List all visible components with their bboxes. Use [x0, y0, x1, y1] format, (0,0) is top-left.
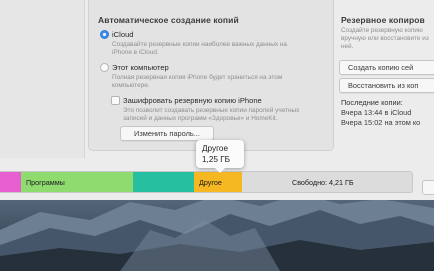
storage-segment-pink[interactable] [0, 172, 21, 192]
desktop-background [0, 190, 434, 271]
storage-segment-other[interactable]: Другое [194, 172, 242, 192]
tooltip-title: Другое [202, 144, 229, 153]
manual-backup-title: Резервное копиров [341, 15, 425, 25]
encrypt-description: Это позволит создавать резервные копии п… [123, 107, 300, 123]
free-space-label: Свободно: 4,21 ГБ [292, 178, 354, 187]
storage-bar: Программы Другое Свободно: 4,21 ГБ [0, 171, 413, 193]
icloud-label: iCloud [112, 30, 134, 39]
storage-segment-teal[interactable] [133, 172, 194, 192]
restore-backup-button[interactable]: Восстановить из коп [339, 78, 434, 93]
programs-label: Программы [26, 178, 65, 187]
sync-button-partial[interactable] [422, 180, 434, 195]
auto-backup-title: Автоматическое создание копий [98, 15, 239, 25]
storage-segment-free: Свободно: 4,21 ГБ [242, 172, 412, 192]
this-computer-label: Этот компьютер [112, 63, 169, 72]
create-backup-button[interactable]: Создать копию сей [339, 60, 434, 75]
icloud-description: Создавайте резервные копии наиболее важн… [112, 41, 287, 57]
tooltip-size: 1,25 ГБ [202, 155, 231, 164]
storage-tooltip: Другое 1,25 ГБ [196, 140, 244, 173]
mountain-wallpaper [0, 194, 434, 271]
this-computer-radio[interactable] [100, 63, 109, 72]
encrypt-label: Зашифровать резервную копию iPhone [123, 96, 262, 105]
backups-panel: Автоматическое создание копий iCloud Соз… [88, 0, 334, 151]
sidebar [0, 0, 85, 158]
latest-backups-title: Последние копии: [341, 98, 403, 107]
encrypt-checkbox[interactable] [111, 96, 120, 105]
icloud-radio[interactable] [100, 30, 109, 39]
latest-backup-computer: Вчера 15:02 на этом ко [341, 118, 421, 127]
latest-backup-icloud: Вчера 13:44 в iCloud [341, 108, 412, 117]
manual-backup-description: Создайте резервную копию вручную или вос… [341, 27, 429, 51]
storage-segment-programs[interactable]: Программы [21, 172, 133, 192]
change-password-button[interactable]: Изменить пароль... [120, 126, 214, 141]
other-label: Другое [199, 178, 222, 187]
this-computer-description: Полная резервная копия iPhone будет хран… [112, 74, 283, 90]
